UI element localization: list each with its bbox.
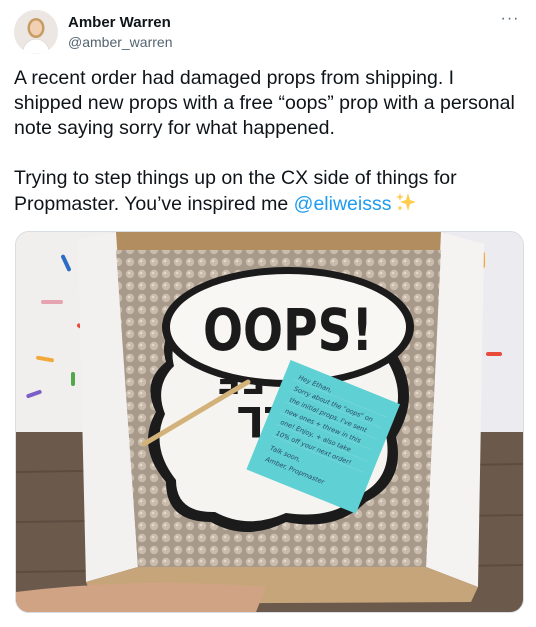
- tweet-card: Amber Warren @amber_warren ··· A recent …: [0, 0, 536, 627]
- more-options-icon[interactable]: ···: [498, 11, 522, 30]
- author-handle[interactable]: @amber_warren: [68, 34, 172, 50]
- avatar[interactable]: [14, 10, 58, 54]
- tweet-paragraph-1: A recent order had damaged props from sh…: [14, 67, 521, 139]
- tweet-header: Amber Warren @amber_warren ···: [14, 10, 522, 56]
- sparkles-icon: [395, 191, 417, 220]
- oops-sign-text: OOPS!: [203, 296, 373, 364]
- tweet-text: A recent order had damaged props from sh…: [14, 66, 522, 220]
- mention-link[interactable]: @eliweisss: [294, 193, 392, 215]
- author-name[interactable]: Amber Warren: [68, 14, 171, 31]
- tweet-photo[interactable]: TILL FE OOPS! Hey Ethan, Sorry about the…: [15, 231, 524, 613]
